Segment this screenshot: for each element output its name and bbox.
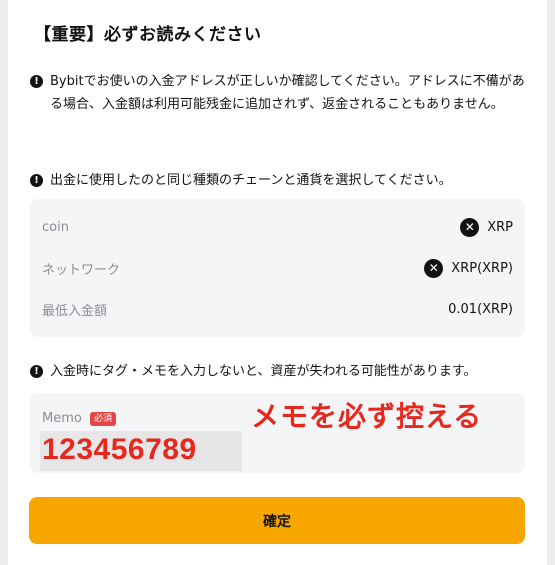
memo-panel: Memo 必須 123456789 メモを必ず控える xyxy=(30,393,525,473)
network-label: ネットワーク xyxy=(42,262,121,278)
notice-text: 入金時にタグ・メモを入力しないと、資産が失われる可能性があります。 xyxy=(50,364,477,379)
info-row-coin: coin ✕ XRP xyxy=(42,217,513,237)
min-deposit-value: 0.01(XRP) xyxy=(448,301,513,317)
notice-memo-tag: ! 入金時にタグ・メモを入力しないと、資産が失われる可能性があります。 xyxy=(30,360,530,383)
required-badge: 必須 xyxy=(90,412,117,426)
notice-text: 出金に使用したのと同じ種類のチェーンと通貨を選択してください。 xyxy=(50,173,452,188)
notice-deposit-address: ! Bybitでお使いの入金アドレスが正しいか確認してください。アドレスに不備が… xyxy=(30,70,530,116)
warning-icon: ! xyxy=(30,365,43,378)
warning-icon: ! xyxy=(30,75,43,88)
coin-label: coin xyxy=(42,219,69,235)
xrp-icon: ✕ xyxy=(460,217,480,237)
deposit-info-panel: coin ✕ XRP ネットワーク ✕ XRP(XRP) 最低入金額 0.01(… xyxy=(30,199,525,337)
info-row-network: ネットワーク ✕ XRP(XRP) xyxy=(42,258,513,278)
coin-value-text: XRP xyxy=(487,219,513,235)
network-value: ✕ XRP(XRP) xyxy=(424,258,513,278)
memo-value[interactable]: 123456789 xyxy=(42,433,197,467)
network-value-text: XRP(XRP) xyxy=(451,260,513,276)
memo-annotation: メモを必ず控える xyxy=(251,400,483,433)
notice-chain-currency: ! 出金に使用したのと同じ種類のチェーンと通貨を選択してください。 xyxy=(30,169,530,192)
dialog-title: 【重要】必ずお読みください xyxy=(34,25,262,45)
warning-icon: ! xyxy=(30,174,43,187)
confirm-button[interactable]: 確定 xyxy=(29,497,525,544)
notice-text: Bybitでお使いの入金アドレスが正しいか確認してください。アドレスに不備がある… xyxy=(50,74,525,112)
coin-value: ✕ XRP xyxy=(460,217,513,237)
min-deposit-label: 最低入金額 xyxy=(42,303,108,319)
info-row-min-deposit: 最低入金額 0.01(XRP) xyxy=(42,299,513,319)
memo-label: Memo xyxy=(42,411,82,426)
xrp-icon: ✕ xyxy=(424,258,444,278)
important-notice-dialog: 【重要】必ずお読みください ! Bybitでお使いの入金アドレスが正しいか確認し… xyxy=(8,0,547,565)
